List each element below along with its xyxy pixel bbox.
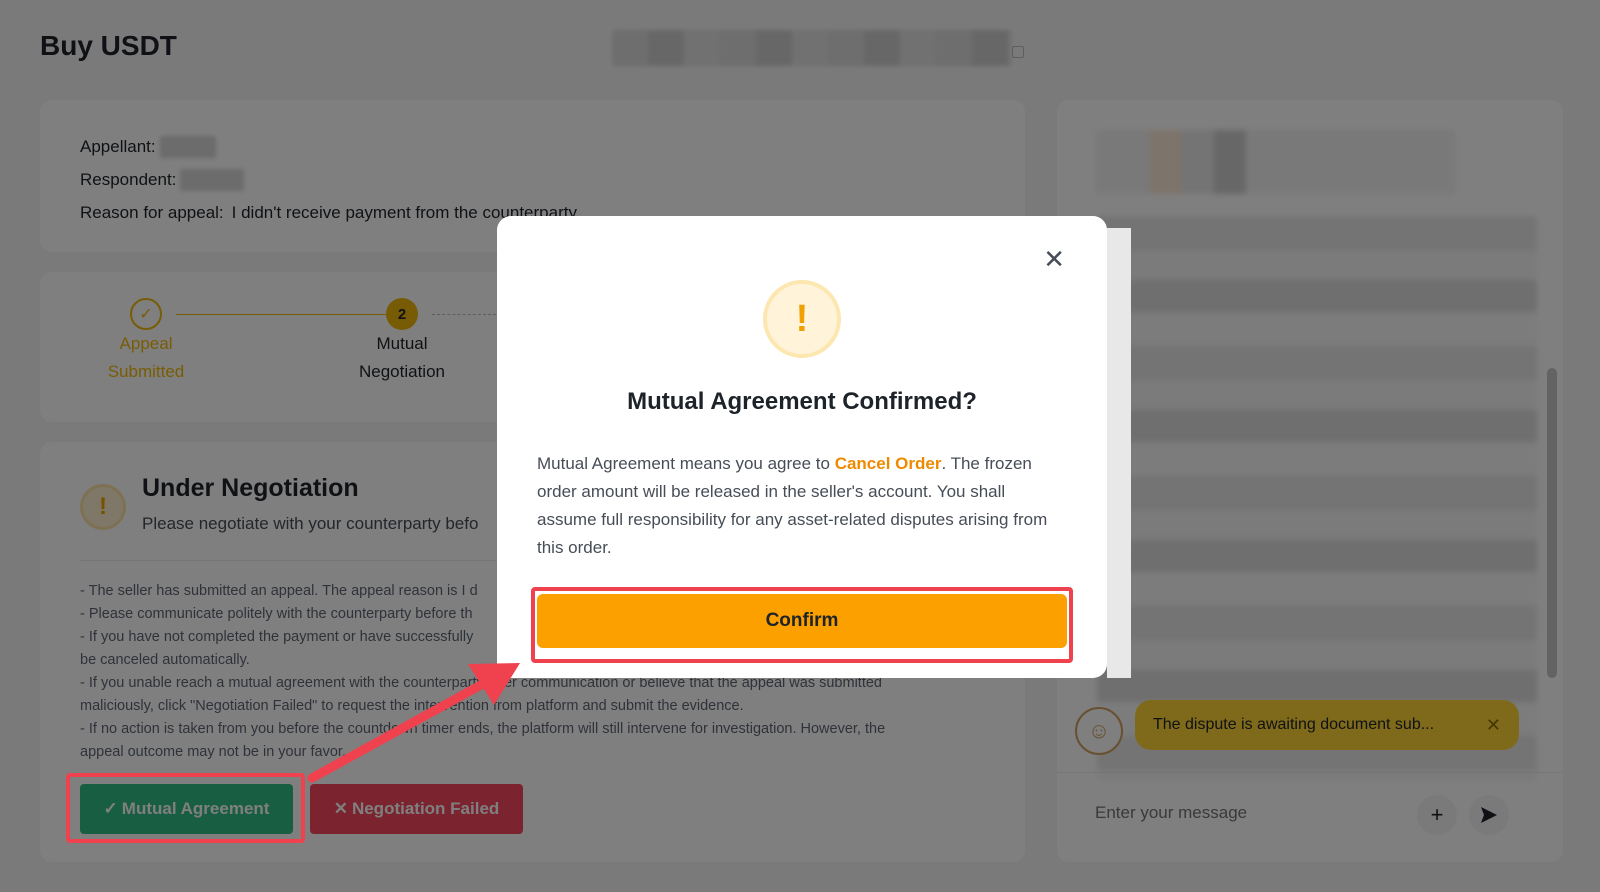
dialog-title: Mutual Agreement Confirmed? <box>627 388 977 415</box>
close-icon[interactable]: ✕ <box>1043 246 1065 272</box>
warning-icon: ! <box>763 280 841 358</box>
highlight-box-confirm <box>531 587 1073 663</box>
cancel-order-highlight: Cancel Order <box>834 454 942 473</box>
modal-side-panel <box>1107 228 1131 678</box>
dialog-text-before: Mutual Agreement means you agree to <box>537 454 835 473</box>
dialog-message: Mutual Agreement means you agree to Canc… <box>537 450 1067 562</box>
highlight-box-mutual <box>66 773 305 843</box>
